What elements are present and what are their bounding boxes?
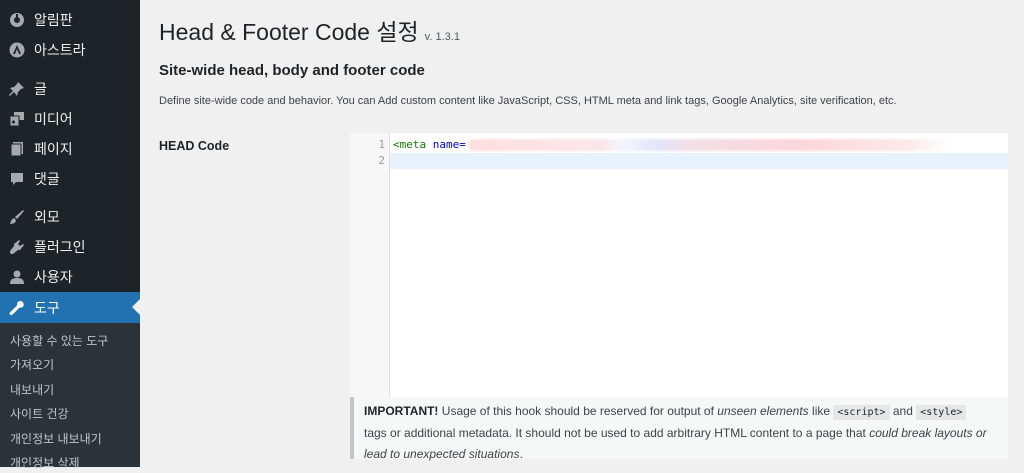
page-icon <box>9 141 25 157</box>
notice-text: like <box>808 404 834 418</box>
sidebar-item-media[interactable]: 미디어 <box>0 104 140 134</box>
sidebar-item-label: 도구 <box>34 299 60 316</box>
brush-icon <box>9 209 25 225</box>
media-icon <box>9 111 25 127</box>
section-title: Site-wide head, body and footer code <box>159 62 425 79</box>
line-number: 1 <box>378 138 385 151</box>
notice-text: . <box>519 447 523 461</box>
comment-icon <box>9 171 25 187</box>
notice-code-script: <script> <box>833 405 890 420</box>
code-tag: <meta <box>393 138 427 151</box>
submenu-item-erase-personal-data[interactable]: 개인정보 삭제 <box>10 453 80 473</box>
sidebar-item-comments[interactable]: 댓글 <box>0 164 140 194</box>
page-title: Head & Footer Code 설정 v. 1.3.1 <box>159 13 460 47</box>
sidebar-item-astra[interactable]: 아스트라 <box>0 35 140 65</box>
notice-text: and <box>889 404 917 418</box>
head-code-label: HEAD Code <box>159 139 230 153</box>
page-title-text: Head & Footer Code 설정 <box>159 19 419 45</box>
submenu-item-export[interactable]: 내보내기 <box>10 380 54 400</box>
section-description: Define site-wide code and behavior. You … <box>159 95 897 107</box>
sidebar-item-label: 댓글 <box>34 171 60 187</box>
version-label: v. 1.3.1 <box>424 31 460 43</box>
notice-important: IMPORTANT! <box>364 404 439 418</box>
submenu-item-import[interactable]: 가져오기 <box>10 355 54 375</box>
sidebar-item-label: 아스트라 <box>34 42 86 58</box>
tools-submenu: 사용할 수 있는 도구 가져오기 내보내기 사이트 건강 개인정보 내보내기 개… <box>0 323 140 470</box>
redacted-content <box>467 139 948 151</box>
code-line-1[interactable]: <meta name= <box>393 138 948 151</box>
sidebar-item-appearance[interactable]: 외모 <box>0 202 140 232</box>
dashboard-icon <box>9 12 25 28</box>
sidebar-item-label: 사용자 <box>34 269 73 285</box>
submenu-item-export-personal-data[interactable]: 개인정보 내보내기 <box>10 429 102 449</box>
notice-code-style: <style> <box>916 405 967 420</box>
submenu-item-available-tools[interactable]: 사용할 수 있는 도구 <box>10 331 108 351</box>
sidebar-item-posts[interactable]: 글 <box>0 74 140 104</box>
submenu-item-site-health[interactable]: 사이트 건강 <box>10 404 69 424</box>
wrench-icon <box>9 300 25 316</box>
sidebar-item-plugins[interactable]: 플러그인 <box>0 232 140 262</box>
user-icon <box>9 269 25 285</box>
pin-icon <box>9 81 25 97</box>
line-number-gutter: 1 2 <box>350 133 390 397</box>
line-number: 2 <box>378 154 385 167</box>
sidebar-item-label: 알림판 <box>34 12 73 28</box>
sidebar-item-dashboard[interactable]: 알림판 <box>0 5 140 35</box>
astra-icon <box>9 42 25 58</box>
active-line-highlight <box>390 153 1008 169</box>
important-notice: IMPORTANT! Usage of this hook should be … <box>350 397 1008 461</box>
plugin-icon <box>9 239 25 255</box>
sidebar-item-label: 페이지 <box>34 141 73 157</box>
head-code-editor[interactable]: 1 2 <meta name= <box>350 133 1008 397</box>
sidebar-item-users[interactable]: 사용자 <box>0 262 140 292</box>
notice-text: tags or additional metadata. It should n… <box>364 426 870 440</box>
sidebar-item-label: 외모 <box>34 209 60 225</box>
sidebar-item-pages[interactable]: 페이지 <box>0 134 140 164</box>
notice-emphasis: unseen elements <box>717 404 809 418</box>
sidebar-item-label: 플러그인 <box>34 239 86 255</box>
sidebar-item-label: 미디어 <box>34 111 73 127</box>
code-attr: name= <box>432 138 466 151</box>
sidebar-item-tools[interactable]: 도구 <box>0 292 140 323</box>
sidebar-item-label: 글 <box>34 81 47 97</box>
notice-text: Usage of this hook should be reserved fo… <box>438 404 718 418</box>
admin-sidebar: 알림판 아스트라 글 미디어 페이지 댓글 외모 플러그인 사용자 도구 사용할… <box>0 0 140 470</box>
